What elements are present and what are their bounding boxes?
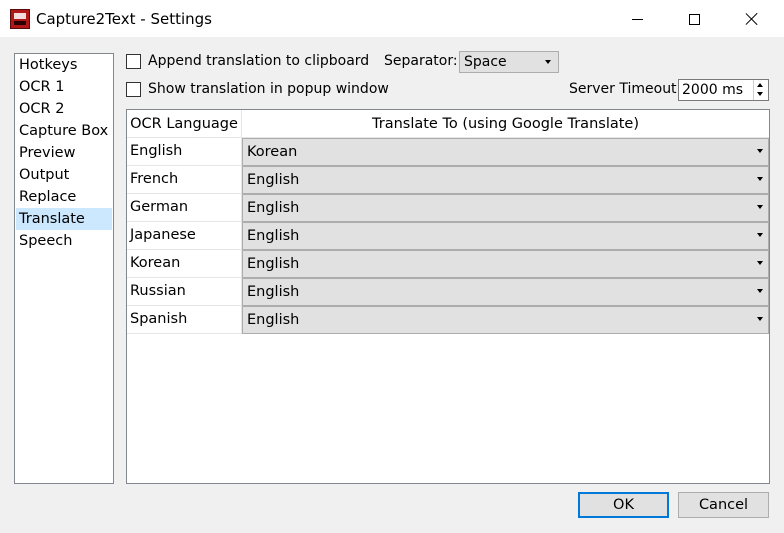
table-row: Japanese English [127, 222, 769, 250]
chevron-down-icon [757, 289, 763, 293]
ocr-language-cell: Japanese [127, 222, 242, 250]
chevron-down-icon [757, 317, 763, 321]
ocr-language-cell: Korean [127, 250, 242, 278]
table-row: English Korean [127, 138, 769, 166]
chevron-down-icon [757, 205, 763, 209]
nav-item-ocr-1[interactable]: OCR 1 [16, 76, 112, 98]
translate-to-dropdown[interactable]: Korean [242, 138, 769, 166]
nav-item-speech[interactable]: Speech [16, 230, 112, 252]
server-timeout-label: Server Timeout: [569, 81, 682, 97]
chevron-down-icon [757, 149, 763, 153]
ocr-language-cell: Spanish [127, 306, 242, 334]
app-icon [10, 9, 30, 29]
chevron-down-icon [757, 261, 763, 265]
translate-to-dropdown[interactable]: English [242, 222, 769, 250]
separator-value: Space [464, 54, 507, 70]
title-bar: Capture2Text - Settings [0, 0, 784, 38]
maximize-icon [688, 13, 700, 25]
translate-to-value: English [247, 256, 300, 272]
nav-item-hotkeys[interactable]: Hotkeys [16, 54, 112, 76]
minimize-icon [631, 18, 643, 20]
nav-item-translate[interactable]: Translate [16, 208, 112, 230]
separator-label: Separator: [384, 53, 458, 69]
translate-to-dropdown[interactable]: English [242, 250, 769, 278]
translate-to-dropdown[interactable]: English [242, 278, 769, 306]
server-timeout-value[interactable]: 2000 ms [682, 81, 743, 99]
translate-to-value: Korean [247, 144, 298, 160]
show-popup-label[interactable]: Show translation in popup window [148, 80, 389, 98]
ocr-language-cell: French [127, 166, 242, 194]
translation-table: OCR Language Translate To (using Google … [126, 109, 770, 484]
close-icon [745, 12, 759, 26]
column-header-translate-to[interactable]: Translate To (using Google Translate) [242, 110, 769, 138]
table-row: Russian English [127, 278, 769, 306]
append-translation-checkbox[interactable] [126, 54, 141, 69]
cancel-button[interactable]: Cancel [678, 492, 769, 518]
settings-nav-list[interactable]: Hotkeys OCR 1 OCR 2 Capture Box Preview … [14, 53, 114, 484]
translate-to-value: English [247, 200, 300, 216]
ok-button[interactable]: OK [578, 492, 669, 518]
spin-up-icon[interactable] [754, 80, 768, 90]
translate-to-value: English [247, 228, 300, 244]
chevron-down-icon [545, 60, 551, 64]
translate-to-value: English [247, 172, 300, 188]
spin-buttons [753, 80, 768, 100]
close-button[interactable] [729, 0, 775, 38]
chevron-down-icon [757, 177, 763, 181]
ocr-language-cell: English [127, 138, 242, 166]
spin-down-icon[interactable] [754, 90, 768, 100]
ocr-language-cell: Russian [127, 278, 242, 306]
minimize-button[interactable] [614, 0, 660, 38]
table-row: French English [127, 166, 769, 194]
nav-item-replace[interactable]: Replace [16, 186, 112, 208]
nav-item-output[interactable]: Output [16, 164, 112, 186]
ocr-language-cell: German [127, 194, 242, 222]
append-translation-label[interactable]: Append translation to clipboard [148, 52, 369, 70]
window-title: Capture2Text - Settings [36, 10, 212, 28]
column-header-ocr-language[interactable]: OCR Language [127, 110, 242, 138]
server-timeout-spinbox[interactable]: 2000 ms [678, 79, 769, 101]
chevron-down-icon [757, 233, 763, 237]
table-row: German English [127, 194, 769, 222]
table-row: Korean English [127, 250, 769, 278]
separator-dropdown[interactable]: Space [459, 51, 559, 73]
nav-item-preview[interactable]: Preview [16, 142, 112, 164]
translate-to-dropdown[interactable]: English [242, 166, 769, 194]
show-popup-checkbox[interactable] [126, 82, 141, 97]
table-row: Spanish English [127, 306, 769, 334]
nav-item-capture-box[interactable]: Capture Box [16, 120, 112, 142]
translate-to-dropdown[interactable]: English [242, 306, 769, 334]
translate-to-value: English [247, 312, 300, 328]
translate-to-dropdown[interactable]: English [242, 194, 769, 222]
maximize-button[interactable] [671, 0, 717, 38]
nav-item-ocr-2[interactable]: OCR 2 [16, 98, 112, 120]
translate-to-value: English [247, 284, 300, 300]
